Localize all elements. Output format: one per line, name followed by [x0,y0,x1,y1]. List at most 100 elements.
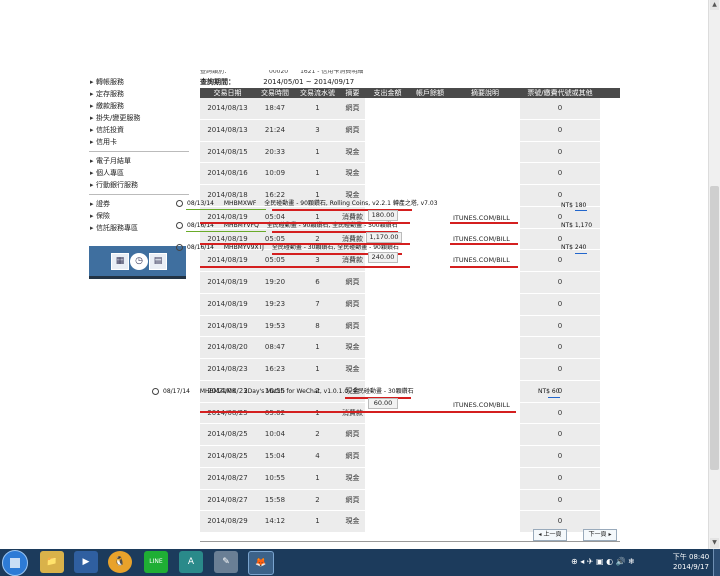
cell-description [450,293,520,315]
sidebar-item-insurance[interactable]: ▸ 保險 [89,210,189,222]
circle-icon [152,388,159,395]
cell-balance [410,119,450,141]
table-row: 2014/08/25 10:04 2 網頁 0 [200,423,620,445]
cell-description [450,446,520,467]
sidebar-item-payment[interactable]: ▸ 繳款服務 [89,100,189,112]
show-desktop-button[interactable] [713,549,720,576]
cell-date: 2014/08/13 [200,119,255,141]
col-summary: 摘要 [345,89,360,97]
cell-time: 19:20 [255,272,295,293]
sidebar-item-label: 定存服務 [96,90,124,98]
cell-description [450,185,520,206]
sidebar-item-deposit[interactable]: ▸ 定存服務 [89,88,189,100]
cell-summary: 網頁 [340,98,365,119]
annotation-desc: 全民碰動畫 - 30顆鑽石, 全民碰動畫 - 90顆鑽石 [271,244,399,251]
table-row: 2014/08/19 19:53 8 網頁 0 [200,314,620,337]
next-page-button[interactable]: 下一頁 ▸ [583,529,617,541]
highlight-line [186,209,266,210]
annotation-3-amount: NT$ 240 [561,244,587,251]
underline [200,266,410,268]
cell-balance [410,206,450,228]
scroll-thumb[interactable] [710,186,719,470]
service-banner[interactable]: ▦ ◷ ▤ [89,246,186,279]
sidebar-item-label: 保險 [96,212,110,220]
cell-debit [365,424,410,445]
col-ticket: 票號/繳費代號或其他 [527,89,593,97]
cell-time: 21:24 [255,119,295,141]
line-icon[interactable]: LINE [144,551,168,573]
cell-debit [365,293,410,315]
sidebar-nav: ▸ 轉帳服務 ▸ 定存服務 ▸ 繳款服務 ▸ 掛失/變更服務 ▸ 信託投資 ▸ 信用卡 ▸ 電… [89,76,189,237]
cell-serial: 1 [295,467,340,489]
cell-summary: 網頁 [340,446,365,467]
firefox-icon[interactable]: 🦊 [248,551,274,575]
cell-balance [410,511,450,532]
cell-description [450,467,520,489]
col-description: 摘要說明 [471,89,499,97]
cell-summary: 現金 [340,141,365,163]
cell-serial: 1 [295,98,340,119]
cell-balance [410,141,450,163]
scroll-up-button[interactable]: ▲ [710,0,719,10]
clock[interactable]: 下午 08:40 2014/9/17 [671,552,711,572]
sidebar-item-loss-report[interactable]: ▸ 掛失/變更服務 [89,112,189,124]
sidebar-item-securities[interactable]: ▸ 證券 [89,198,189,210]
merchant-label: ITUNES.COM/BILL [453,256,510,265]
period-label: 查詢期間： [200,78,235,86]
table-row: 2014/08/13 18:47 1 網頁 0 [200,98,620,119]
sidebar-item-label: 行動銀行服務 [96,181,138,189]
cell-summary: 網頁 [340,293,365,315]
text-editor-icon[interactable]: A [179,551,203,573]
main-content: 查詢類別： 00020 1621 - 信用卡消費明細 查詢期間： 2014/05… [200,70,620,532]
vertical-scrollbar[interactable]: ▲ ▼ [708,0,720,549]
tool-icon[interactable]: ✎ [214,551,238,573]
sidebar-item-mobile-banking[interactable]: ▸ 行動銀行服務 [89,179,189,191]
sidebar-group-investment: ▸ 證券 ▸ 保險 ▸ 信託服務專區 [89,198,189,234]
cell-time: 19:53 [255,315,295,337]
annotation-4-amount: NT$ 60 [538,388,560,395]
clock-time: 下午 08:40 [672,553,710,561]
merchant-label: ITUNES.COM/BILL [453,401,510,410]
cell-date: 2014/08/25 [200,446,255,467]
scroll-down-button[interactable]: ▼ [710,538,719,548]
cell-balance [410,98,450,119]
col-date: 交易日期 [213,89,242,97]
cell-description [450,119,520,141]
cell-ticket: 0 [520,402,600,424]
cell-summary: 網頁 [340,315,365,337]
query-period: 查詢期間： 2014/05/01 ~ 2014/09/17 [200,76,620,88]
underline [200,243,410,245]
cell-debit [365,163,410,184]
cell-description [450,489,520,511]
bullet-icon: ▸ [90,157,94,165]
cell-time: 14:12 [255,511,295,532]
start-button[interactable] [2,550,28,576]
annotation-1-amount: NT$ 180 [561,202,587,209]
period-value: 2014/05/01 ~ 2014/09/17 [263,78,355,86]
cell-serial: 1 [295,359,340,380]
col-time: 交易時間 [261,89,289,97]
sidebar-item-trust-investment[interactable]: ▸ 信託投資 [89,124,189,136]
cell-balance [410,250,450,271]
system-tray[interactable]: ⊕ ◂ ✈ ▣ ◐ 🔊 ❄ [571,553,667,571]
debit-amount: 240.00 [368,252,398,263]
divider [200,541,620,542]
cell-serial: 3 [295,119,340,141]
prev-page-button[interactable]: ◂ 上一頁 [533,529,567,541]
sidebar-item-personal-area[interactable]: ▸ 個人專區 [89,167,189,179]
explorer-icon[interactable]: 📁 [40,551,64,573]
cell-date: 2014/08/20 [200,337,255,358]
media-player-icon[interactable]: ▶ [74,551,98,573]
sidebar-item-trust-services[interactable]: ▸ 信託服務專區 [89,222,189,234]
bullet-icon: ▸ [90,200,94,208]
sidebar-item-transfer[interactable]: ▸ 轉帳服務 [89,76,189,88]
underline [450,266,518,268]
sidebar-item-credit-card[interactable]: ▸ 信用卡 [89,136,189,148]
cell-balance [410,359,450,380]
qq-icon[interactable]: 🐧 [108,551,132,573]
col-debit: 支出金額 [373,89,402,97]
cell-time: 08:47 [255,337,295,358]
sidebar-item-e-statement[interactable]: ▸ 電子月結單 [89,155,189,167]
cell-time: 10:09 [255,163,295,184]
table-body: 2014/08/13 18:47 1 網頁 0 2014/08/13 21:24 3 網頁 0 20… [200,98,620,532]
